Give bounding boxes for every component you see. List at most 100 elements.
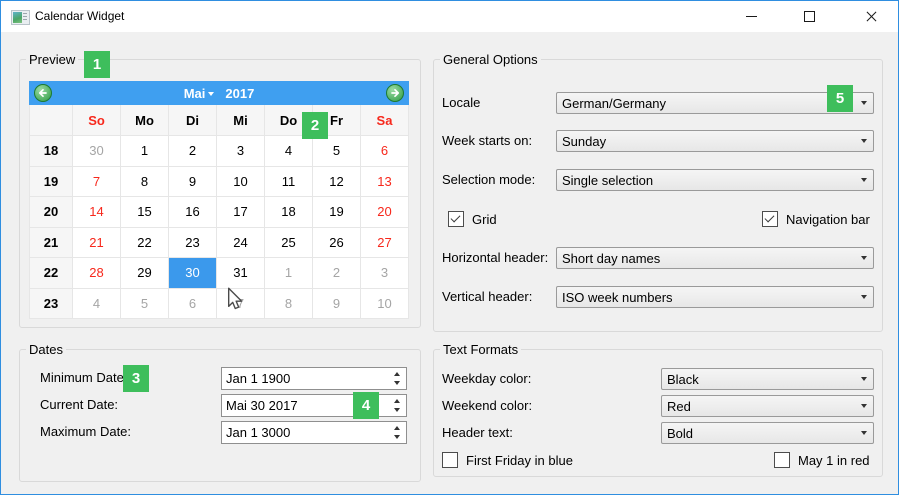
locale-value: German/Germany bbox=[562, 96, 666, 111]
vertical-header-label: Vertical header: bbox=[442, 286, 532, 308]
calendar-day[interactable]: 20 bbox=[361, 197, 409, 228]
calendar-day[interactable]: 2 bbox=[313, 258, 361, 289]
week-start-combobox[interactable]: Sunday bbox=[556, 130, 874, 152]
maximum-date-spinbox[interactable]: Jan 1 3000 bbox=[221, 421, 407, 444]
first-friday-checkbox-label: First Friday in blue bbox=[466, 453, 573, 468]
spin-up-icon[interactable] bbox=[394, 399, 400, 403]
calendar-day[interactable]: 6 bbox=[361, 136, 409, 167]
grid-checkbox-box bbox=[448, 211, 464, 227]
week-number: 20 bbox=[30, 197, 73, 228]
calendar-day[interactable]: 15 bbox=[121, 197, 169, 228]
header-text-value: Bold bbox=[667, 426, 693, 441]
calendar-day[interactable]: 8 bbox=[265, 289, 313, 320]
selection-mode-combobox[interactable]: Single selection bbox=[556, 169, 874, 191]
calendar-day[interactable]: 19 bbox=[313, 197, 361, 228]
week-number: 18 bbox=[30, 136, 73, 167]
may-first-checkbox[interactable]: May 1 in red bbox=[774, 452, 870, 468]
first-friday-checkbox-box bbox=[442, 452, 458, 468]
calendar-day[interactable]: 28 bbox=[73, 258, 121, 289]
calendar-day[interactable]: 18 bbox=[265, 197, 313, 228]
annotation-badge-1: 1 bbox=[84, 51, 110, 78]
horizontal-header-combobox[interactable]: Short day names bbox=[556, 247, 874, 269]
calendar-day[interactable]: 4 bbox=[73, 289, 121, 320]
calendar-day[interactable]: 31 bbox=[217, 258, 265, 289]
calendar-day[interactable]: 17 bbox=[217, 197, 265, 228]
calendar-day[interactable]: 9 bbox=[169, 167, 217, 198]
window-title: Calendar Widget bbox=[35, 1, 124, 32]
calendar-day[interactable]: 11 bbox=[265, 167, 313, 198]
spin-up-icon[interactable] bbox=[394, 372, 400, 376]
calendar-day[interactable]: 8 bbox=[121, 167, 169, 198]
calendar-day[interactable]: 5 bbox=[121, 289, 169, 320]
preview-group: Preview Mai 2017 SoMoDiMiDoFrSa183012345… bbox=[19, 59, 421, 328]
calendar-day[interactable]: 3 bbox=[361, 258, 409, 289]
next-month-button[interactable] bbox=[386, 84, 404, 102]
year-button[interactable]: 2017 bbox=[225, 86, 254, 101]
calendar-day[interactable]: 2 bbox=[169, 136, 217, 167]
calendar-navigation-bar: Mai 2017 bbox=[29, 81, 409, 105]
current-date-spinbox[interactable]: Mai 30 2017 bbox=[221, 394, 407, 417]
calendar-day[interactable]: 30 bbox=[73, 136, 121, 167]
weekday-color-combobox[interactable]: Black bbox=[661, 368, 874, 390]
vertical-header-value: ISO week numbers bbox=[562, 290, 673, 305]
close-icon bbox=[865, 10, 878, 23]
week-number: 22 bbox=[30, 258, 73, 289]
week-start-value: Sunday bbox=[562, 134, 606, 149]
first-friday-checkbox[interactable]: First Friday in blue bbox=[442, 452, 573, 468]
weekday-color-value: Black bbox=[667, 372, 699, 387]
calendar-day[interactable]: 24 bbox=[217, 228, 265, 259]
vertical-header-combobox[interactable]: ISO week numbers bbox=[556, 286, 874, 308]
calendar-day[interactable]: 6 bbox=[169, 289, 217, 320]
calendar-day[interactable]: 1 bbox=[265, 258, 313, 289]
spin-up-icon[interactable] bbox=[394, 426, 400, 430]
calendar-day[interactable]: 29 bbox=[121, 258, 169, 289]
spin-down-icon[interactable] bbox=[394, 408, 400, 412]
calendar-day[interactable]: 14 bbox=[73, 197, 121, 228]
calendar-day[interactable]: 9 bbox=[313, 289, 361, 320]
header-text-combobox[interactable]: Bold bbox=[661, 422, 874, 444]
calendar-day[interactable]: 10 bbox=[361, 289, 409, 320]
weekend-color-combobox[interactable]: Red bbox=[661, 395, 874, 417]
calendar-day[interactable]: 5 bbox=[313, 136, 361, 167]
minimum-date-spinbox[interactable]: Jan 1 1900 bbox=[221, 367, 407, 390]
calendar-day[interactable]: 7 bbox=[73, 167, 121, 198]
day-header-so: So bbox=[73, 105, 121, 136]
calendar-day[interactable]: 4 bbox=[265, 136, 313, 167]
navigation-bar-checkbox[interactable]: Navigation bar bbox=[762, 211, 870, 227]
spin-down-icon[interactable] bbox=[394, 435, 400, 439]
close-button[interactable] bbox=[844, 1, 898, 32]
minimize-icon bbox=[746, 16, 757, 17]
calendar-day[interactable]: 3 bbox=[217, 136, 265, 167]
calendar-day[interactable]: 27 bbox=[361, 228, 409, 259]
grid-checkbox[interactable]: Grid bbox=[448, 211, 497, 227]
calendar-day[interactable]: 1 bbox=[121, 136, 169, 167]
navigation-bar-checkbox-label: Navigation bar bbox=[786, 212, 870, 227]
calendar-day[interactable]: 10 bbox=[217, 167, 265, 198]
minimize-button[interactable] bbox=[724, 1, 778, 32]
calendar-day-selected[interactable]: 30 bbox=[169, 258, 217, 289]
general-options-group-label: General Options bbox=[440, 52, 541, 67]
current-date-label: Current Date: bbox=[40, 394, 118, 416]
week-header-corner bbox=[30, 105, 73, 136]
arrow-right-icon bbox=[390, 88, 400, 98]
chevron-down-icon bbox=[861, 101, 867, 105]
spin-down-icon[interactable] bbox=[394, 381, 400, 385]
day-header-mo: Mo bbox=[121, 105, 169, 136]
week-number: 23 bbox=[30, 289, 73, 320]
calendar-day[interactable]: 23 bbox=[169, 228, 217, 259]
previous-month-button[interactable] bbox=[34, 84, 52, 102]
calendar-day[interactable]: 13 bbox=[361, 167, 409, 198]
calendar-day[interactable]: 21 bbox=[73, 228, 121, 259]
title-bar[interactable]: Calendar Widget bbox=[1, 1, 898, 32]
weekday-color-label: Weekday color: bbox=[442, 368, 531, 390]
calendar-day[interactable]: 25 bbox=[265, 228, 313, 259]
calendar-day[interactable]: 12 bbox=[313, 167, 361, 198]
locale-label: Locale bbox=[442, 92, 480, 114]
calendar-day[interactable]: 16 bbox=[169, 197, 217, 228]
calendar-day[interactable]: 26 bbox=[313, 228, 361, 259]
chevron-down-icon bbox=[861, 377, 867, 381]
horizontal-header-value: Short day names bbox=[562, 251, 660, 266]
month-dropdown[interactable]: Mai bbox=[184, 86, 215, 101]
calendar-day[interactable]: 22 bbox=[121, 228, 169, 259]
maximize-button[interactable] bbox=[782, 1, 836, 32]
